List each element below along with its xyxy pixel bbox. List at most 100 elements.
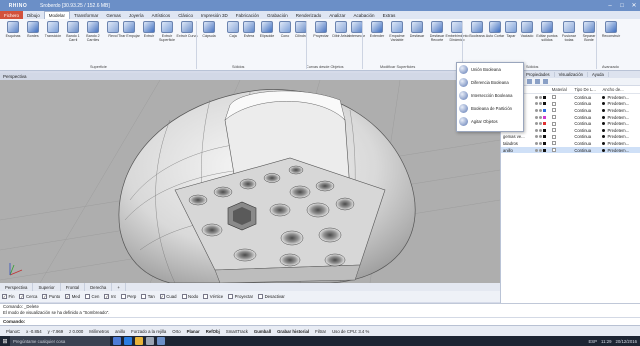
maximize-button[interactable]: □ bbox=[616, 0, 628, 11]
viewport-tab-superior[interactable]: Superior bbox=[33, 283, 61, 291]
lightbulb-icon[interactable] bbox=[534, 108, 538, 112]
tool-intersecar[interactable]: Intersecar bbox=[346, 21, 368, 38]
tool-reconstruir[interactable]: Reconstruir bbox=[600, 21, 622, 38]
osnap-int[interactable]: ✓ Int bbox=[104, 294, 116, 299]
layer-printwidth[interactable]: Predetem... bbox=[602, 95, 640, 100]
lock-icon[interactable] bbox=[538, 135, 542, 139]
material-swatch[interactable] bbox=[551, 141, 556, 146]
material-swatch[interactable] bbox=[551, 95, 556, 100]
osnap-cen[interactable]: Cen bbox=[85, 294, 99, 299]
tool-proyectar[interactable]: Proyectar bbox=[310, 21, 332, 38]
layer-printwidth[interactable]: Predetem... bbox=[602, 101, 640, 106]
tool-cilindro[interactable]: Cilindro bbox=[290, 21, 312, 38]
lock-icon[interactable] bbox=[538, 141, 542, 145]
dropdown-item-intersecci-n-booleana[interactable]: Intersección Booleana bbox=[457, 89, 523, 102]
layer-printwidth[interactable]: Predetem... bbox=[602, 121, 640, 126]
layer-printwidth[interactable]: Predetem... bbox=[602, 115, 640, 120]
status-filtrar[interactable]: Filtrar bbox=[315, 329, 326, 334]
panel-tab-ayuda[interactable]: Ayuda bbox=[588, 72, 609, 77]
osnap-checkbox[interactable] bbox=[203, 294, 209, 299]
layer-name[interactable]: taladros bbox=[501, 141, 535, 146]
osnap-checkbox[interactable]: ✓ bbox=[159, 294, 165, 299]
layer-linetype[interactable]: Continua bbox=[574, 95, 602, 100]
osnap-checkbox[interactable]: ✓ bbox=[65, 294, 71, 299]
tab-acabaci-n[interactable]: Acabación bbox=[350, 11, 379, 19]
lock-icon[interactable] bbox=[538, 128, 542, 132]
osnap-tan[interactable]: Tan bbox=[141, 294, 155, 299]
tab-dibujo[interactable]: Dibujo bbox=[23, 11, 44, 19]
tool-desfasar[interactable]: Desfasar bbox=[406, 21, 428, 38]
lightbulb-icon[interactable] bbox=[534, 148, 538, 152]
osnap-v-rtice[interactable]: Vértice bbox=[203, 294, 223, 299]
panel-tab-visualización[interactable]: Visualización bbox=[555, 72, 588, 77]
material-swatch[interactable] bbox=[551, 148, 556, 153]
tool-embebimiento-din-mico[interactable]: Embebimiento Dinámico bbox=[446, 21, 469, 42]
language-indicator[interactable]: ESP bbox=[588, 339, 597, 344]
osnap-med[interactable]: ✓ Med bbox=[65, 294, 80, 299]
status-orto[interactable]: Orto bbox=[172, 329, 180, 334]
osnap-perp[interactable]: Perp bbox=[120, 294, 136, 299]
status-refobj[interactable]: RefObj bbox=[206, 329, 220, 334]
lock-icon[interactable] bbox=[538, 102, 542, 106]
color-swatch-icon[interactable] bbox=[542, 122, 546, 126]
layer-linetype[interactable]: Continua bbox=[574, 148, 602, 153]
layer-printwidth[interactable]: Predetem... bbox=[602, 134, 640, 139]
material-swatch[interactable] bbox=[551, 128, 556, 133]
windows-start-icon[interactable]: ⊞ bbox=[0, 336, 10, 346]
osnap-nodo[interactable]: Nodo bbox=[181, 294, 198, 299]
tab-analizar[interactable]: Analizar bbox=[325, 11, 349, 19]
lock-icon[interactable] bbox=[538, 95, 542, 99]
tool-bando-1-carril[interactable]: Bando 1 Carril bbox=[62, 21, 84, 42]
layer-linetype[interactable]: Continua bbox=[574, 101, 602, 106]
color-swatch-icon[interactable] bbox=[542, 115, 546, 119]
task-view-icon[interactable] bbox=[113, 337, 121, 345]
layer-linetype[interactable]: Continua bbox=[574, 134, 602, 139]
tab-cl-sico[interactable]: Clásico bbox=[174, 11, 197, 19]
color-swatch-icon[interactable] bbox=[542, 102, 546, 106]
lightbulb-icon[interactable] bbox=[534, 141, 538, 145]
lightbulb-icon[interactable] bbox=[534, 95, 538, 99]
taskbar-search[interactable]: Pregúntame cualquier cosa bbox=[10, 336, 110, 346]
tab-gemas[interactable]: Gemas bbox=[102, 11, 125, 19]
status-grabar-historial[interactable]: Grabar historial bbox=[277, 329, 309, 334]
lock-icon[interactable] bbox=[538, 122, 542, 126]
clock-date[interactable]: 20/12/2016 bbox=[615, 339, 637, 344]
material-swatch[interactable] bbox=[551, 134, 556, 139]
viewport-tab-add[interactable]: + bbox=[112, 283, 126, 291]
clock-time[interactable]: 11:29 bbox=[601, 339, 611, 344]
layer-row[interactable]: taladros Continua Predetem... bbox=[501, 140, 640, 147]
material-swatch[interactable] bbox=[551, 115, 556, 120]
panel-tab-propiedades[interactable]: Propiedades bbox=[522, 72, 555, 77]
tab-art-sticos[interactable]: Artísticos bbox=[148, 11, 175, 19]
osnap-cerca[interactable]: ✓ Cerca bbox=[19, 294, 37, 299]
current-layer[interactable]: anillo bbox=[115, 329, 125, 334]
tool-esquinas[interactable]: Esquinas bbox=[2, 21, 24, 38]
dropdown-item-uni-n-booleana[interactable]: Unión Booleana bbox=[457, 63, 523, 76]
layer-printwidth[interactable]: Predetem... bbox=[602, 148, 640, 153]
tab-extras[interactable]: Extras bbox=[379, 11, 400, 19]
osnap-cuad[interactable]: ✓ Cuad bbox=[159, 294, 177, 299]
layer-printwidth[interactable]: Predetem... bbox=[602, 141, 640, 146]
lock-icon[interactable] bbox=[538, 115, 542, 119]
osnap-punto[interactable]: ✓ Punto bbox=[42, 294, 60, 299]
osnap-checkbox[interactable] bbox=[181, 294, 187, 299]
layer-row[interactable]: gemas ve... Continua Predetem... bbox=[501, 134, 640, 141]
osnap-checkbox[interactable] bbox=[258, 294, 264, 299]
tool-transici-n[interactable]: Transición bbox=[42, 21, 64, 38]
layer-printwidth[interactable]: Predetem... bbox=[602, 128, 640, 133]
lightbulb-icon[interactable] bbox=[534, 122, 538, 126]
tab-fabricaci-n[interactable]: Fabricación bbox=[232, 11, 263, 19]
edge-icon[interactable] bbox=[124, 337, 132, 345]
dropdown-item-agitar-objetos[interactable]: Agitar Objetos bbox=[457, 115, 523, 128]
material-swatch[interactable] bbox=[551, 101, 556, 106]
material-swatch[interactable] bbox=[551, 121, 556, 126]
tab-fichero[interactable]: Fichero bbox=[0, 11, 24, 19]
osnap-checkbox[interactable] bbox=[120, 294, 126, 299]
command-prompt[interactable]: Comando: bbox=[0, 317, 640, 325]
tool-extruir-curva[interactable]: Extruir Curva bbox=[176, 21, 198, 38]
tab-transformar[interactable]: Transformar bbox=[70, 11, 102, 19]
material-swatch[interactable] bbox=[551, 108, 556, 113]
lock-icon[interactable] bbox=[538, 108, 542, 112]
tool-tirar-empujar[interactable]: Tirar Empujar bbox=[118, 21, 140, 38]
osnap-desactivar[interactable]: Desactivar bbox=[258, 294, 285, 299]
